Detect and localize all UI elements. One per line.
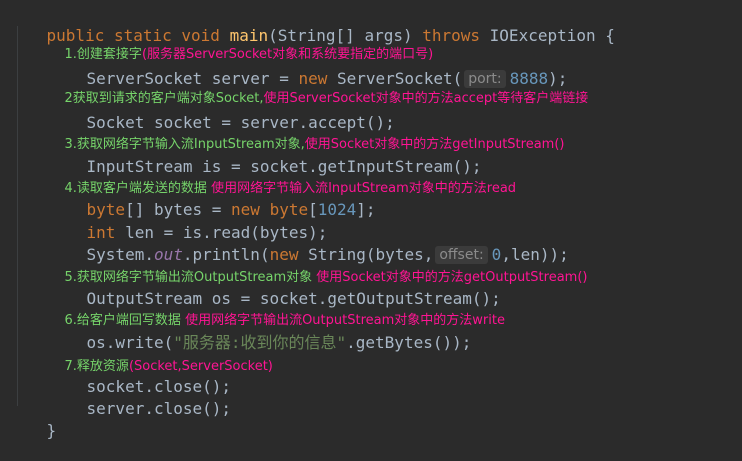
code-line-write[interactable]: os.write("服务器:收到你的信息".getBytes()); xyxy=(48,313,472,352)
code-line-closing-brace[interactable]: } xyxy=(8,401,57,440)
code-line-socket-close[interactable]: socket.close(); xyxy=(48,357,232,396)
code-line-main-signature[interactable]: public static void main(String[] args) t… xyxy=(8,6,615,45)
code-line-read[interactable]: int len = is.read(bytes); xyxy=(48,203,328,242)
code-line-accept[interactable]: Socket socket = server.accept(); xyxy=(48,93,395,132)
code-line-input-stream[interactable]: InputStream is = socket.getInputStream()… xyxy=(48,137,482,176)
code-line-server-socket[interactable]: ServerSocket server = new ServerSocket(p… xyxy=(48,49,567,88)
code-line-output-stream[interactable]: OutputStream os = socket.getOutputStream… xyxy=(48,269,501,308)
code-editor[interactable]: public static void main(String[] args) t… xyxy=(0,0,742,440)
indent-guide xyxy=(17,26,18,406)
code-line-server-close[interactable]: server.close(); xyxy=(48,379,232,418)
code-line-println[interactable]: System.out.println(new String(bytes, offs… xyxy=(48,225,569,264)
code-line-byte-array[interactable]: byte[] bytes = new byte[1024]; xyxy=(48,180,376,219)
